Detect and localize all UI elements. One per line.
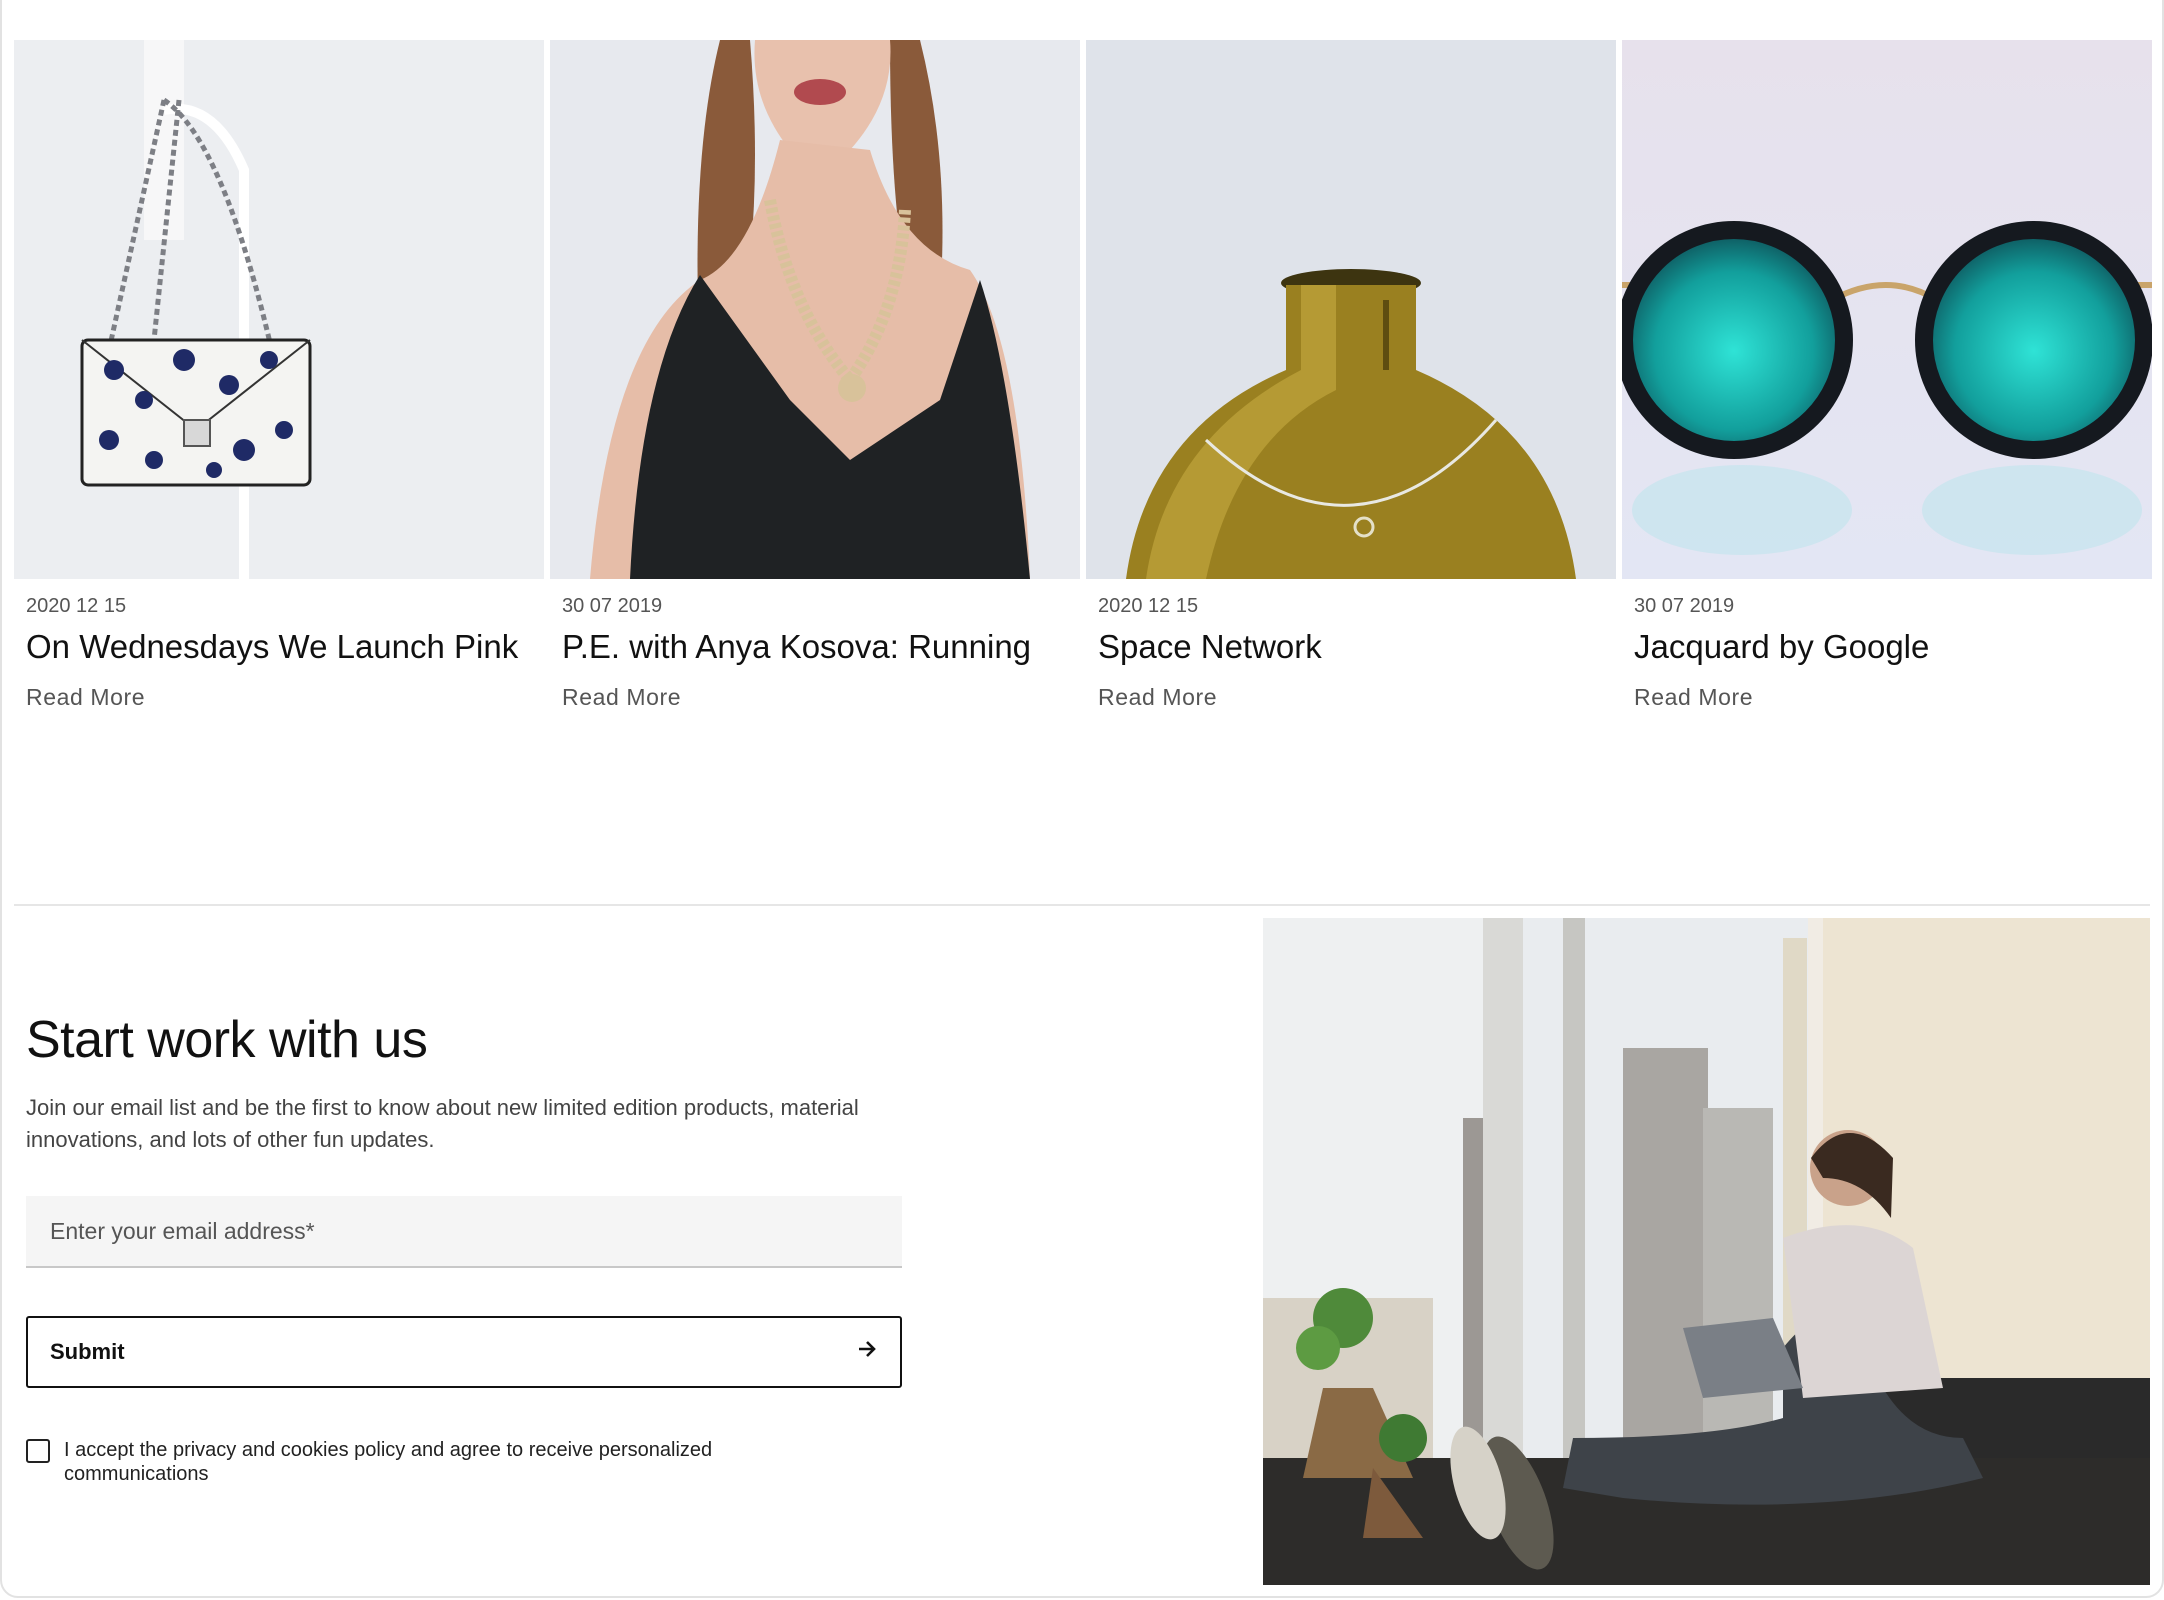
- post-card: 2020 12 15 Space Network Read More: [1086, 40, 1616, 711]
- newsletter-title: Start work with us: [26, 1011, 428, 1069]
- section-divider: [14, 904, 2150, 906]
- post-date: 30 07 2019: [1634, 595, 1735, 617]
- post-title[interactable]: Jacquard by Google: [1622, 628, 2152, 666]
- submit-button[interactable]: Submit: [26, 1316, 902, 1388]
- submit-label: Submit: [50, 1339, 125, 1364]
- consent-label: I accept the privacy and cookies policy …: [64, 1439, 713, 1485]
- post-title[interactable]: Space Network: [1086, 628, 1616, 666]
- sunglasses-photo[interactable]: [1622, 40, 2152, 579]
- read-more-link[interactable]: Read More: [1098, 684, 1217, 711]
- read-more-link[interactable]: Read More: [562, 684, 681, 711]
- email-input[interactable]: [26, 1196, 902, 1268]
- handbag-photo[interactable]: [14, 40, 544, 579]
- post-card: 30 07 2019 Jacquard by Google Read More: [1622, 40, 2152, 711]
- read-more-link[interactable]: Read More: [1634, 684, 1753, 711]
- post-title[interactable]: On Wednesdays We Launch Pink: [14, 628, 544, 666]
- newsletter-section: Start work with us Join our email list a…: [26, 1010, 906, 1486]
- post-date: 2020 12 15: [26, 595, 127, 617]
- consent-row: I accept the privacy and cookies policy …: [26, 1438, 906, 1486]
- post-date: 30 07 2019: [562, 595, 663, 617]
- post-title[interactable]: P.E. with Anya Kosova: Running: [550, 628, 1080, 666]
- workspace-photo: [1263, 918, 2150, 1585]
- post-card: 2020 12 15 On Wednesdays We Launch Pink …: [14, 40, 544, 711]
- consent-checkbox[interactable]: [26, 1439, 50, 1463]
- newsletter-description: Join our email list and be the first to …: [26, 1095, 859, 1152]
- necklace-model-photo[interactable]: [550, 40, 1080, 579]
- glass-vase-photo[interactable]: [1086, 40, 1616, 579]
- post-card: 30 07 2019 P.E. with Anya Kosova: Runnin…: [550, 40, 1080, 711]
- arrow-right-icon: [856, 1338, 878, 1366]
- post-date: 2020 12 15: [1098, 595, 1199, 617]
- blog-grid: 2020 12 15 On Wednesdays We Launch Pink …: [14, 40, 2152, 711]
- read-more-link[interactable]: Read More: [26, 684, 145, 711]
